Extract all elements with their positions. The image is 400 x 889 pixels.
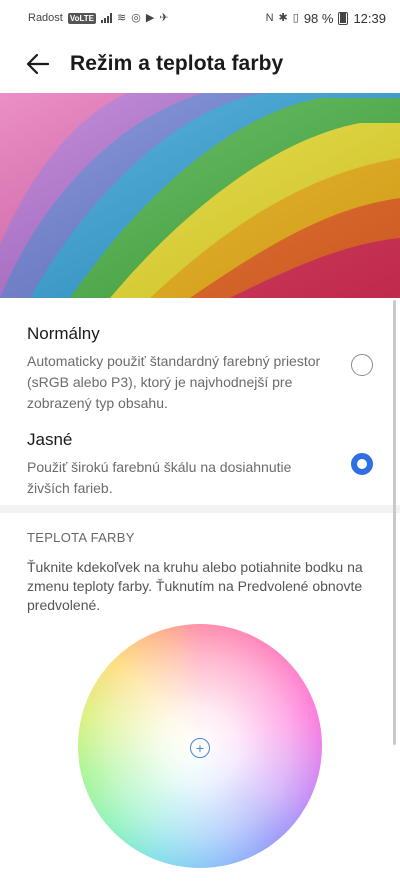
option-normal-description: Automaticky použiť štandardný farebný pr… — [27, 353, 321, 411]
network-badge: VoLTE — [67, 12, 97, 24]
option-vivid-description: Použiť širokú farebnú škálu na dosiahnut… — [27, 459, 292, 496]
radio-normal[interactable] — [351, 354, 373, 376]
battery-icon — [338, 11, 349, 25]
page-title: Režim a teplota farby — [70, 52, 284, 75]
wifi-icon: ≋ — [117, 11, 127, 24]
data-icon: ◎ — [131, 11, 141, 24]
vibrate-icon: ▯ — [292, 11, 299, 24]
status-bar-right: N ✱ ▯ 98 % 12:39 — [266, 11, 386, 26]
nfc-icon: N — [265, 11, 274, 24]
hero-banner — [0, 93, 400, 298]
arrow-left-icon — [26, 53, 50, 75]
option-vivid[interactable]: Jasné Použiť širokú farebnú škálu na dos… — [0, 430, 400, 499]
rainbow-illustration — [0, 93, 400, 298]
color-temperature-description: Ťuknite kdekoľvek na kruhu alebo potiahn… — [27, 559, 363, 613]
option-vivid-title: Jasné — [27, 430, 73, 449]
carrier-name: Radost — [28, 12, 63, 24]
radio-vivid[interactable] — [351, 453, 373, 475]
status-bar-left: Radost VoLTE ≋ ◎ ▶ ✈ — [28, 12, 169, 24]
battery-level: 98 % — [303, 10, 334, 26]
notification-icon: ✈ — [159, 11, 169, 24]
signal-icon — [101, 13, 113, 23]
scrollbar[interactable] — [393, 300, 396, 745]
youtube-icon: ▶ — [145, 11, 155, 24]
clock: 12:39 — [353, 10, 386, 26]
section-title: TEPLOTA FARBY — [27, 530, 135, 545]
option-normal-title: Normálny — [27, 324, 100, 343]
option-normal[interactable]: Normálny Automaticky použiť štandardný f… — [0, 324, 400, 414]
color-wheel-handle[interactable]: + — [190, 738, 210, 758]
section-divider — [0, 505, 400, 513]
back-button[interactable] — [14, 40, 62, 88]
bluetooth-icon: ✱ — [278, 11, 288, 24]
status-bar: Radost VoLTE ≋ ◎ ▶ ✈ N ✱ ▯ 98 % 12:39 — [0, 0, 400, 36]
app-bar: Režim a teplota farby — [0, 36, 400, 92]
